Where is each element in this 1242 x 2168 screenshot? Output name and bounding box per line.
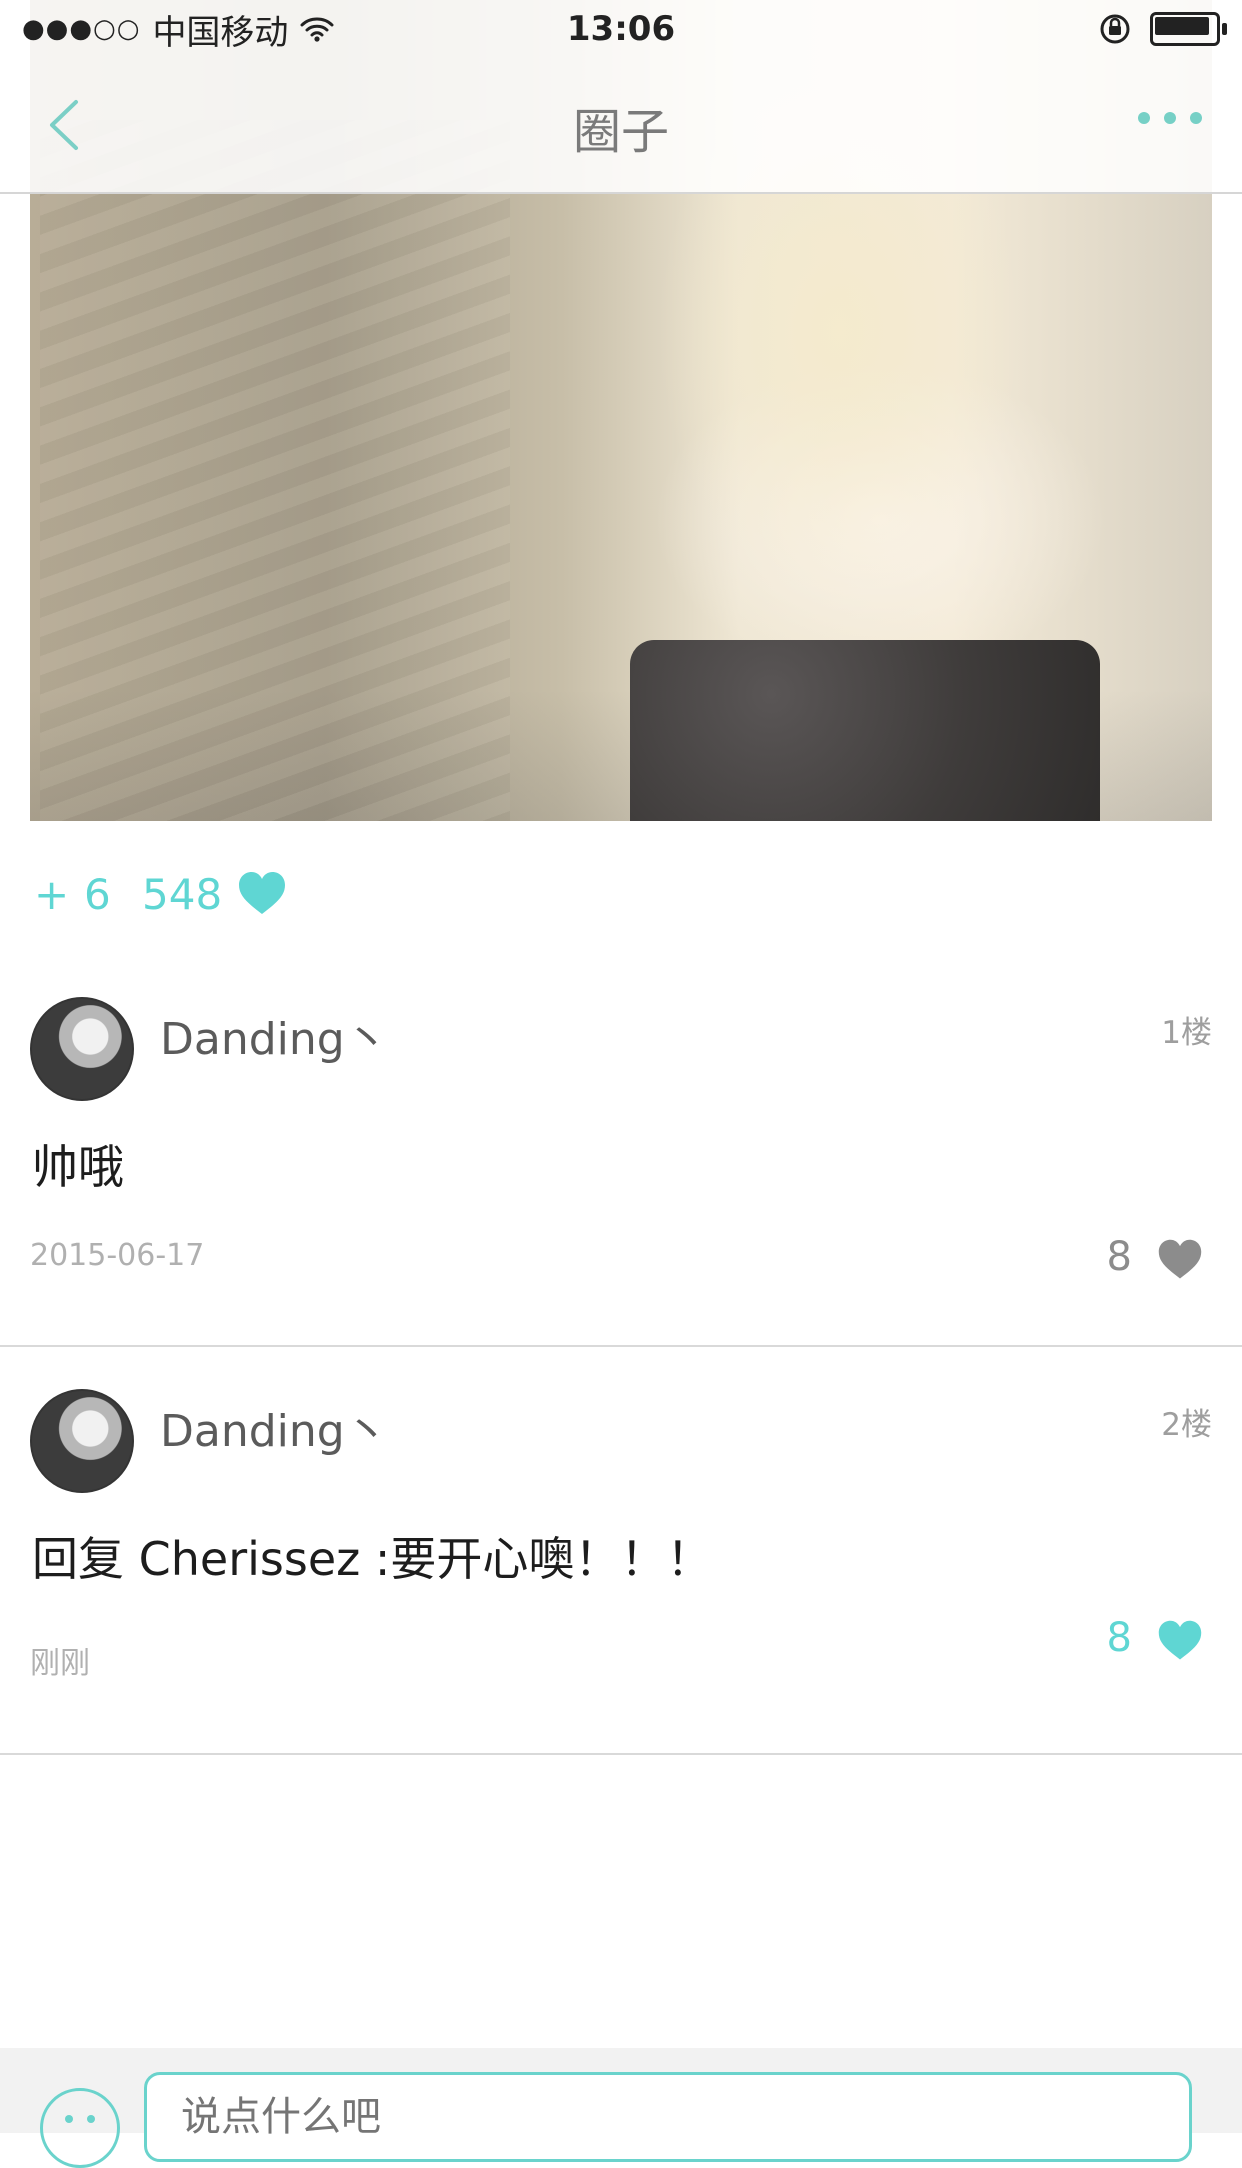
add-button[interactable]: + [34,870,74,919]
comment-date: 刚刚 [30,1646,90,1681]
more-dot-icon [1164,112,1176,124]
comment-like-count: 8 [1106,1615,1132,1661]
comment-item[interactable]: Danding丶 1楼 帅哦 2015-06-17 8 [0,955,1242,1347]
comment-floor: 1楼 [1161,1015,1212,1051]
heart-icon[interactable] [1156,1617,1204,1665]
comment-composer [0,2048,1242,2168]
comment-floor: 2楼 [1161,1407,1212,1443]
battery-icon [1150,12,1227,46]
more-dot-icon [1190,112,1202,124]
comment-date: 2015-06-17 [30,1238,205,1273]
avatar[interactable] [30,997,134,1101]
comment-item[interactable]: Danding丶 2楼 回复 Cherissez :要开心噢！！！ 刚刚 8 [0,1347,1242,1755]
post-count: 6 [84,869,111,919]
comment-username[interactable]: Danding丶 [160,1395,389,1459]
more-options-button[interactable] [1138,112,1202,124]
heart-icon[interactable] [1156,1236,1204,1284]
status-time: 13:06 [566,9,676,49]
comment-input[interactable] [144,2072,1192,2162]
post-stats: + 6 548 [34,868,288,920]
post-like-count: 548 [142,869,223,919]
avatar[interactable] [30,1389,134,1493]
more-dot-icon [1138,112,1150,124]
comment-text: 回复 Cherissez :要开心噢！！！ [32,1532,713,1586]
emoji-button[interactable] [40,2088,120,2168]
status-bar: ●●●○○ 中国移动 13:06 [0,0,1242,58]
comment-username[interactable]: Danding丶 [160,1003,389,1067]
heart-icon[interactable] [236,868,288,920]
comment-like-count: 8 [1106,1234,1132,1280]
comment-text: 帅哦 [32,1140,124,1194]
page-title: 圈子 [572,104,669,160]
